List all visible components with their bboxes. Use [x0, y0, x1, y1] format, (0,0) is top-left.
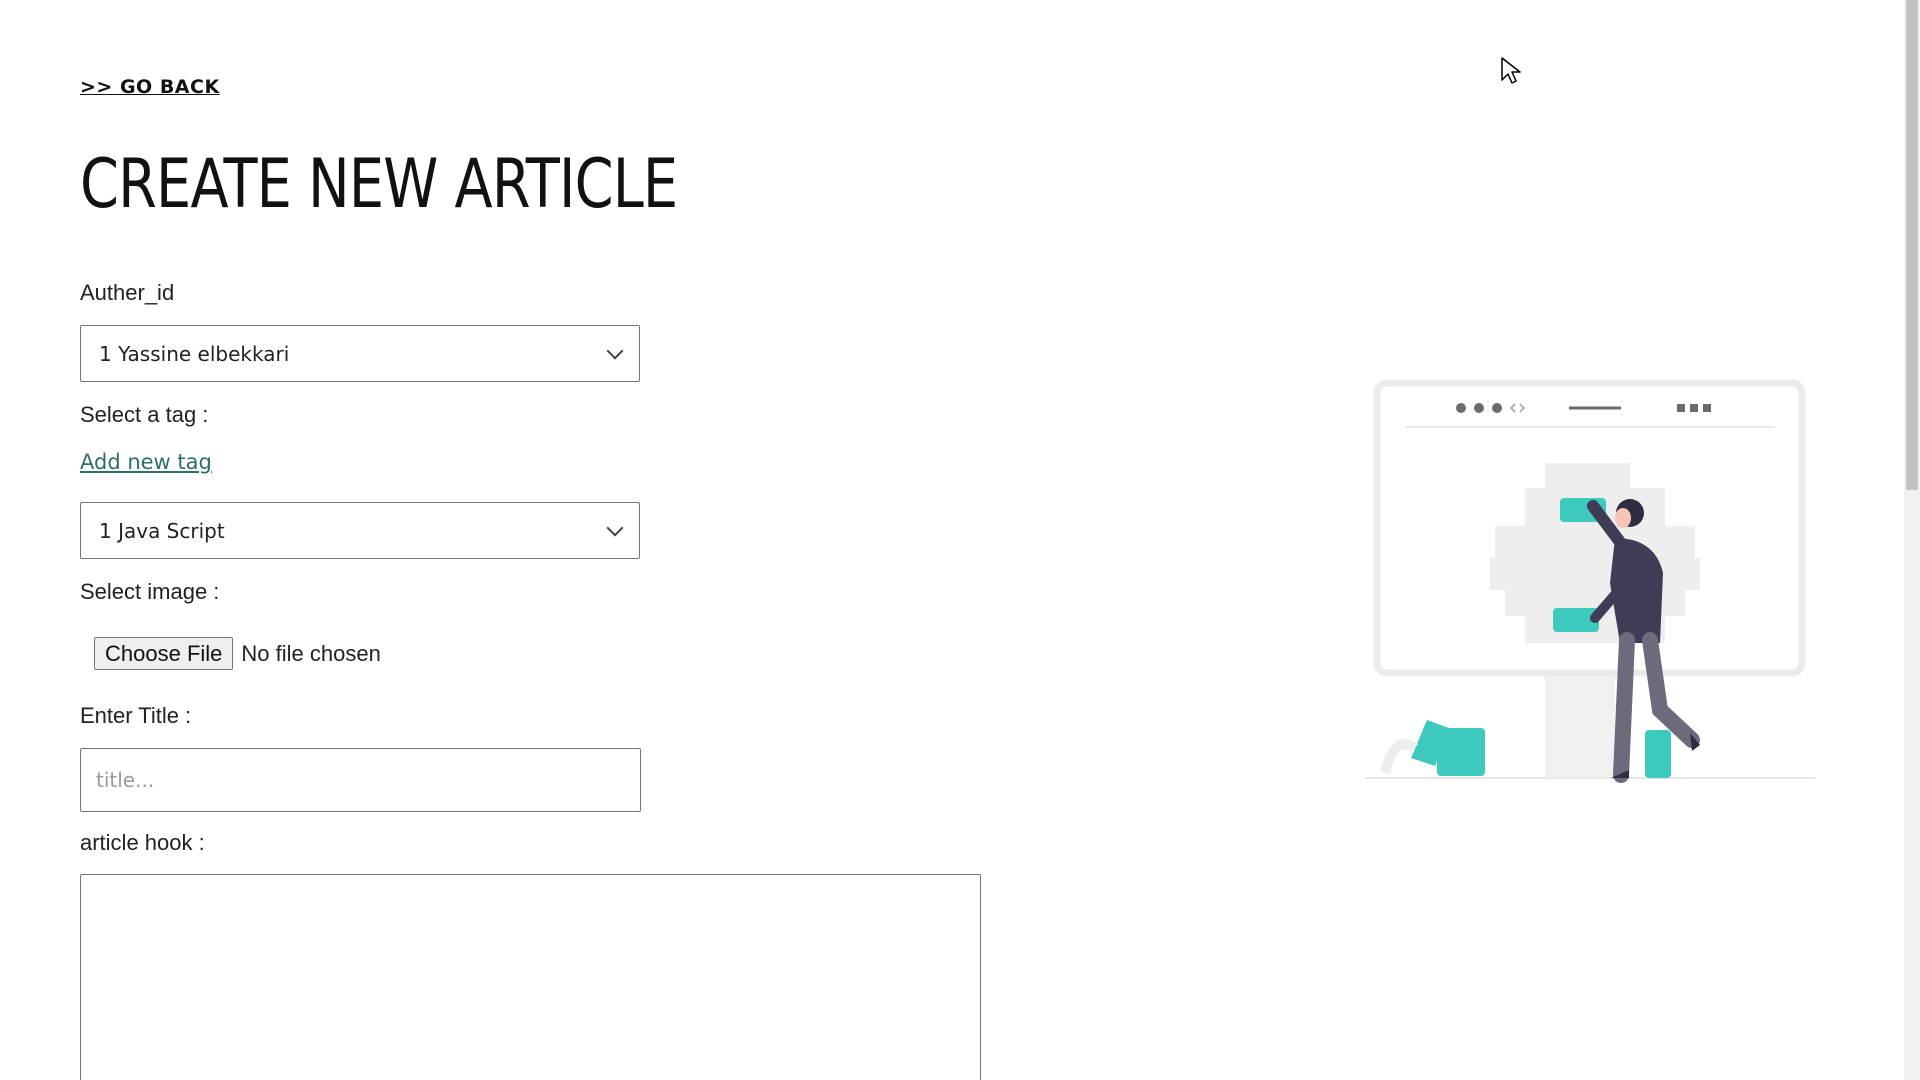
tag-select-value: 1 Java Script [99, 518, 225, 543]
file-input[interactable]: Choose File No file chosen [94, 637, 381, 670]
author-select[interactable]: 1 Yassine elbekkari [80, 325, 640, 382]
scrollbar-thumb[interactable] [1906, 0, 1918, 490]
add-new-tag-link[interactable]: Add new tag [80, 450, 212, 474]
mouse-pointer-icon [1501, 57, 1521, 84]
hook-label: article hook : [80, 830, 205, 855]
file-status: No file chosen [241, 640, 381, 666]
title-label: Enter Title : [80, 703, 192, 728]
tag-select[interactable]: 1 Java Script [80, 502, 640, 559]
vertical-scrollbar[interactable] [1904, 0, 1920, 1080]
image-label: Select image : [80, 579, 220, 604]
page-title: CREATE NEW ARTICLE [80, 145, 678, 224]
tag-label: Select a tag : [80, 402, 209, 427]
author-label: Auther_id [80, 280, 175, 305]
chevron-down-icon [606, 342, 624, 359]
page: >> GO BACK CREATE NEW ARTICLE Auther_id … [0, 0, 1920, 1080]
title-input[interactable] [80, 748, 641, 812]
article-hook-textarea[interactable] [80, 874, 981, 1080]
illustration-image [1365, 379, 1815, 783]
go-back-link[interactable]: >> GO BACK [80, 76, 220, 98]
choose-file-button[interactable]: Choose File [94, 637, 234, 670]
author-select-value: 1 Yassine elbekkari [99, 341, 290, 366]
chevron-down-icon [606, 519, 624, 536]
